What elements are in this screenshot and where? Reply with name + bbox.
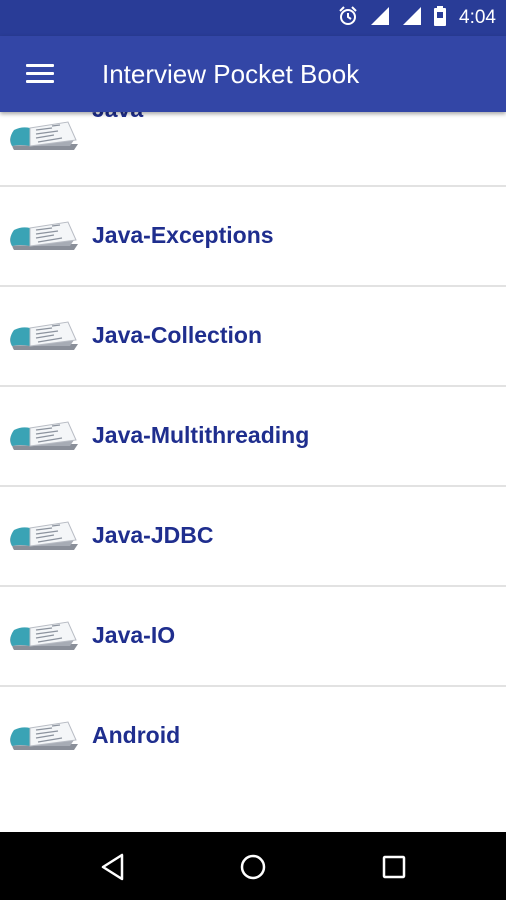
alarm-icon	[337, 5, 359, 31]
signal-icon	[369, 5, 391, 31]
list-item-label: Java	[92, 112, 143, 123]
back-icon[interactable]	[97, 850, 131, 884]
list-item-label: Java-Collection	[92, 322, 262, 348]
list-item-java-collection[interactable]: Java-Collection	[0, 287, 506, 387]
home-icon[interactable]	[236, 850, 270, 884]
list-item-android[interactable]: Android	[0, 687, 506, 787]
list-item-java-jdbc[interactable]: Java-JDBC	[0, 487, 506, 587]
list-item-label: Android	[92, 722, 181, 748]
book-icon	[9, 121, 78, 151]
list-item-label: Java-Exceptions	[92, 222, 274, 248]
list-item-java-multithreading[interactable]: Java-Multithreading	[0, 387, 506, 487]
book-icon	[9, 321, 78, 351]
status-time: 4:04	[459, 7, 496, 28]
list-item-label: Java-JDBC	[92, 522, 214, 548]
status-bar: 4:04	[0, 0, 506, 36]
book-icon	[9, 221, 78, 251]
list-item-java[interactable]: Java	[0, 112, 506, 187]
book-icon	[9, 721, 78, 751]
signal-icon	[401, 5, 423, 31]
battery-icon	[433, 5, 447, 31]
recents-icon[interactable]	[377, 850, 411, 884]
book-icon	[9, 421, 78, 451]
list-item-label: Java-Multithreading	[92, 422, 310, 448]
list-item-label: Java-IO	[92, 622, 176, 648]
book-icon	[9, 621, 78, 651]
app-title: Interview Pocket Book	[102, 59, 360, 89]
list-item-java-io[interactable]: Java-IO	[0, 587, 506, 687]
list-item-java-exceptions[interactable]: Java-Exceptions	[0, 187, 506, 287]
hamburger-menu-icon[interactable]	[26, 64, 54, 84]
book-icon	[9, 521, 78, 551]
app-bar: Interview Pocket Book	[0, 36, 506, 112]
topic-list[interactable]: Java Java-Exceptions Java-Collection Jav…	[0, 112, 506, 832]
navigation-bar	[0, 832, 506, 900]
